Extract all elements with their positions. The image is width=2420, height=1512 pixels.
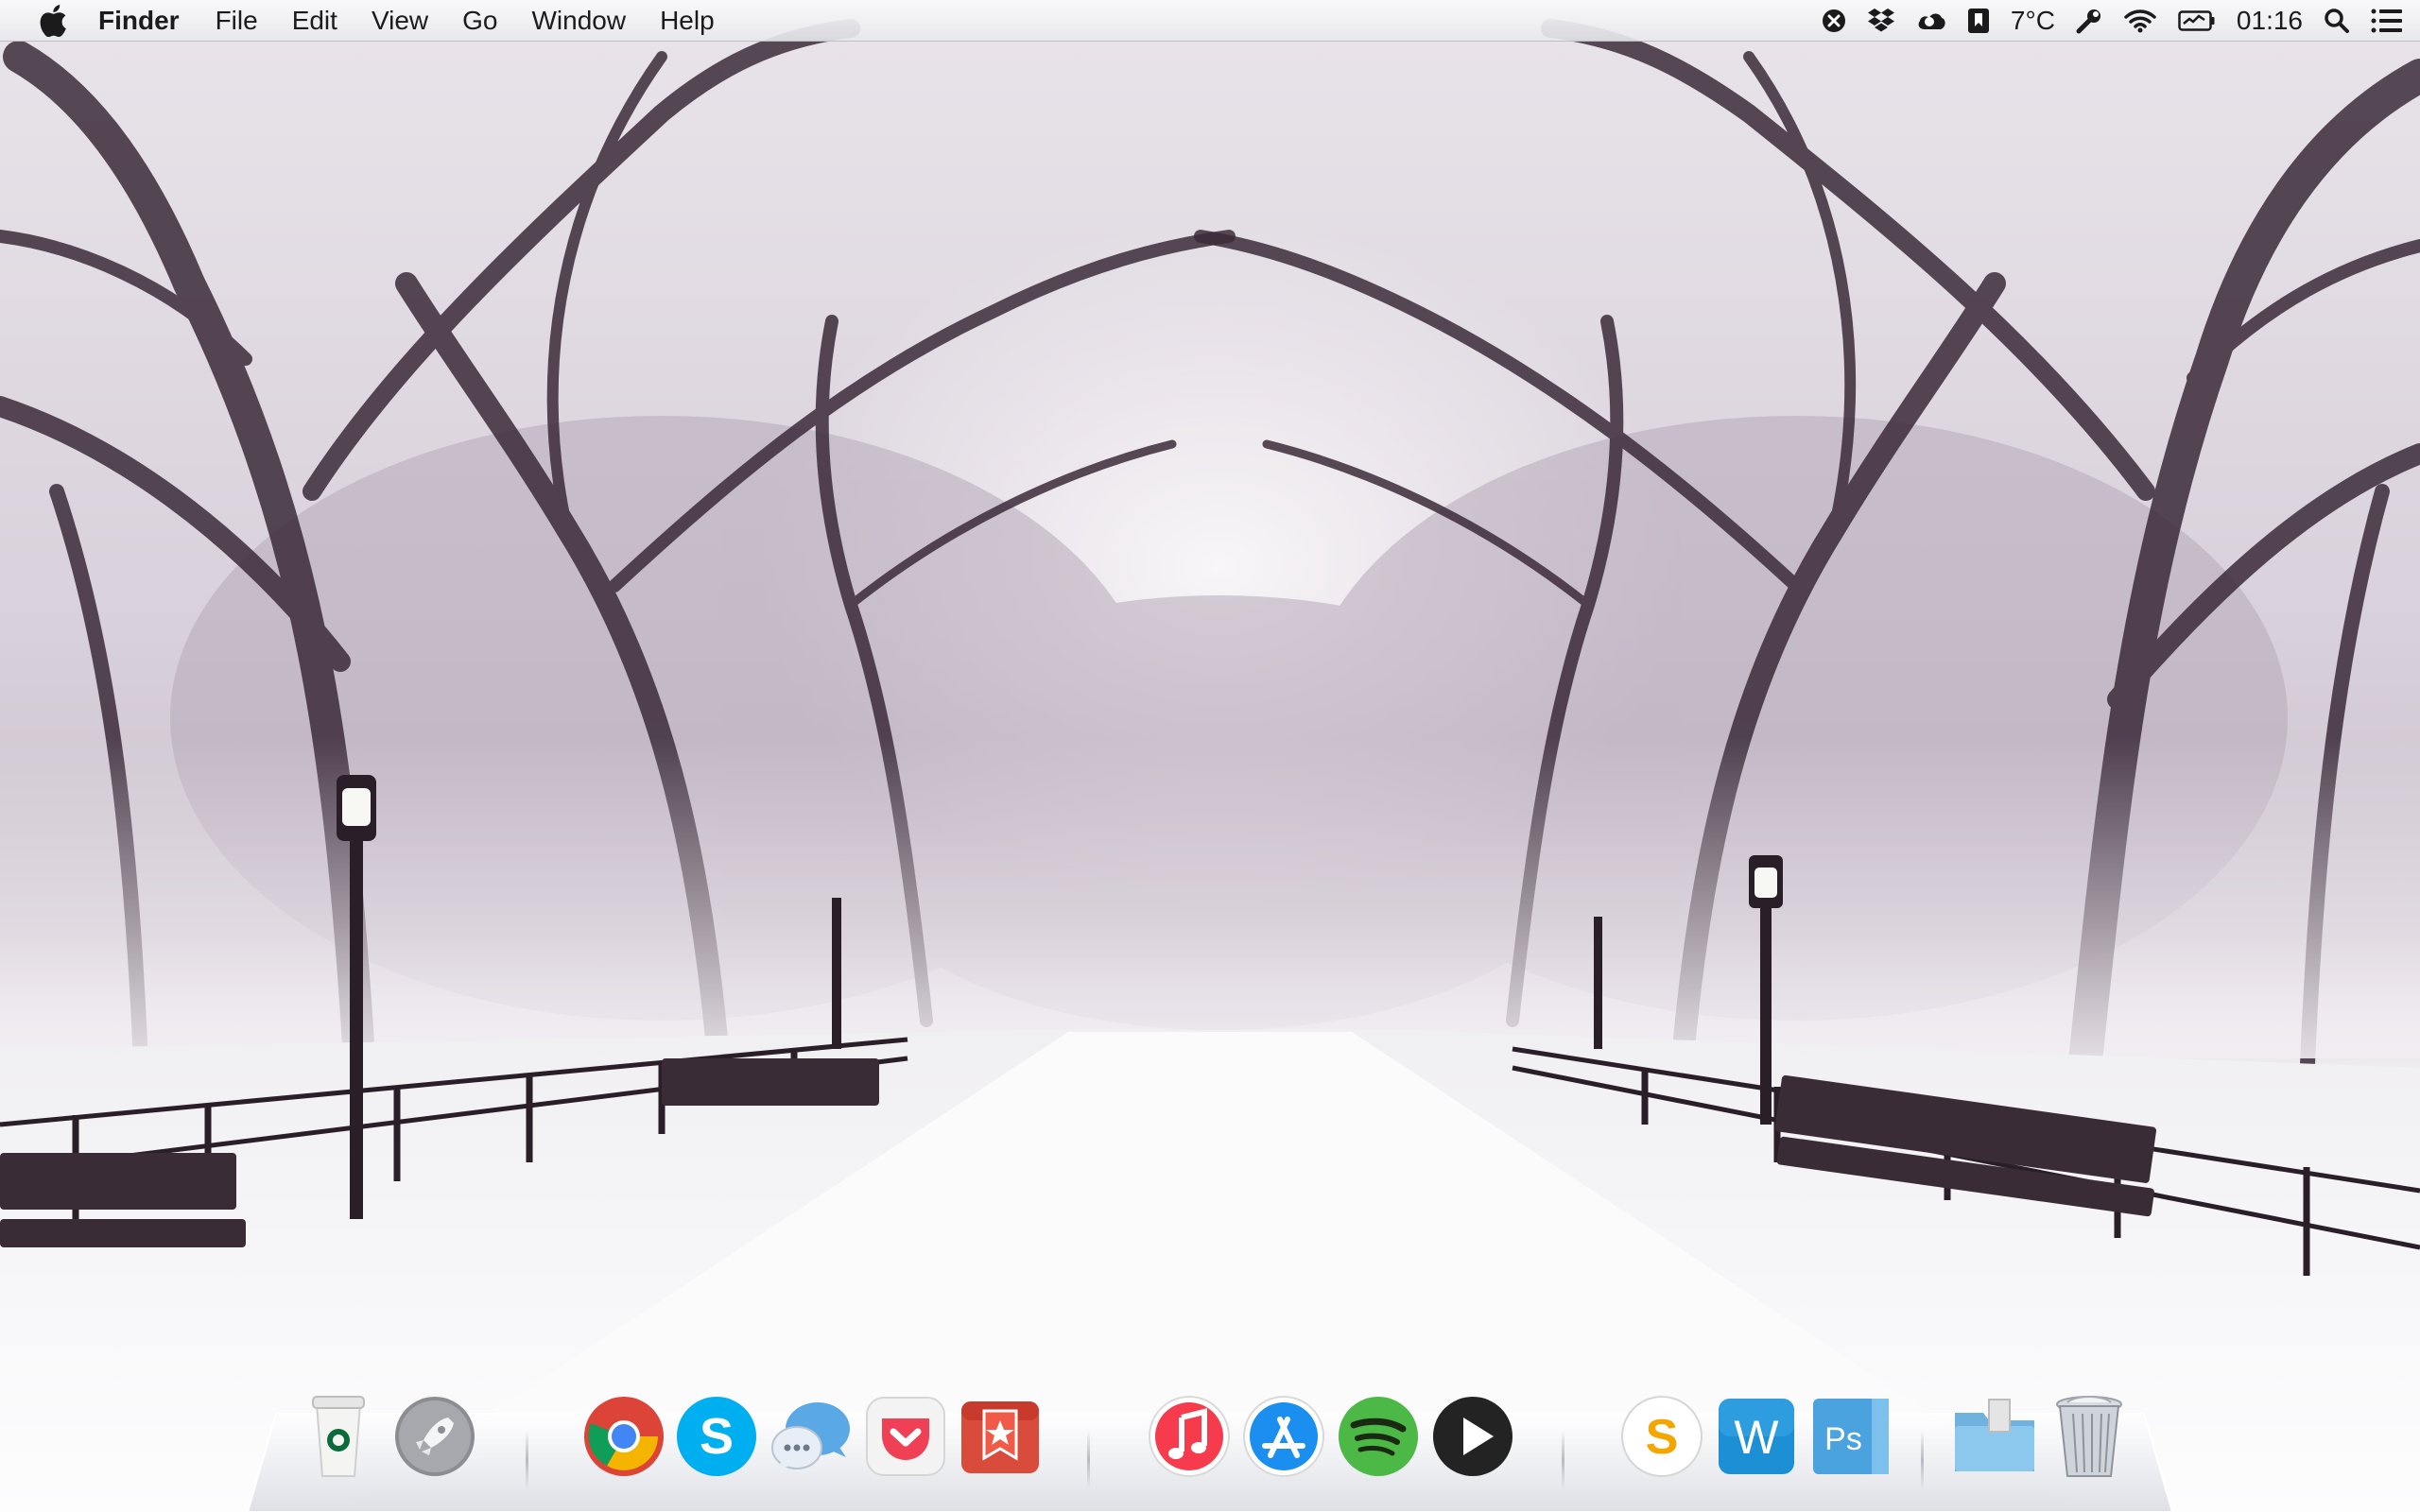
notification-center-icon[interactable]: [2371, 0, 2403, 42]
dock: S S W Ps: [0, 1393, 2420, 1497]
dock-divider: [1562, 1431, 1564, 1489]
dock-divider: [1087, 1431, 1090, 1489]
menu-help[interactable]: Help: [660, 0, 715, 42]
battery-icon[interactable]: [2178, 0, 2216, 42]
itunes-icon[interactable]: [1146, 1393, 1233, 1480]
chrome-icon[interactable]: [580, 1393, 667, 1480]
desktop-wallpaper: [0, 0, 2420, 1512]
play-media-icon[interactable]: [1429, 1393, 1516, 1480]
pocket-icon[interactable]: [862, 1393, 949, 1480]
cloud-icon[interactable]: [1916, 0, 1946, 42]
dock-divider: [526, 1431, 528, 1489]
dropbox-icon[interactable]: [1867, 0, 1895, 42]
messages-icon[interactable]: [768, 1393, 855, 1480]
bookmark-icon[interactable]: [1967, 0, 1990, 42]
menu-go[interactable]: Go: [462, 0, 497, 42]
svg-text:S: S: [700, 1408, 734, 1465]
photoshop-icon[interactable]: Ps: [1807, 1393, 1894, 1480]
snowy-park-scene: [0, 19, 2420, 1512]
menu-bar: Finder File Edit View Go Window Help 7°C: [0, 0, 2420, 42]
weather-temperature: 7°C: [2010, 6, 2055, 35]
svg-text:W: W: [1734, 1411, 1779, 1464]
downloads-folder-icon[interactable]: [1951, 1393, 2038, 1480]
launchpad-rocket-icon[interactable]: [391, 1393, 478, 1480]
weather-icon[interactable]: 7°C: [2011, 0, 2055, 42]
menu-window[interactable]: Window: [531, 0, 626, 42]
clock-icon[interactable]: 01:16: [2237, 0, 2303, 42]
menu-edit[interactable]: Edit: [292, 0, 337, 42]
spotlight-search-icon[interactable]: [2324, 0, 2350, 42]
trash-icon[interactable]: [2046, 1393, 2133, 1480]
close-x-icon[interactable]: [1822, 0, 1846, 42]
skype-icon[interactable]: S: [673, 1393, 760, 1480]
menu-view[interactable]: View: [372, 0, 428, 42]
menu-file[interactable]: File: [216, 0, 258, 42]
word-icon[interactable]: W: [1713, 1393, 1800, 1480]
svg-text:Ps: Ps: [1824, 1421, 1862, 1457]
spotify-icon[interactable]: [1335, 1393, 1422, 1480]
clock-time: 01:16: [2236, 6, 2303, 35]
app-store-icon[interactable]: [1240, 1393, 1327, 1480]
apple-logo-icon[interactable]: [34, 4, 72, 37]
sketch-s-icon[interactable]: S: [1618, 1393, 1705, 1480]
wunderlist-icon[interactable]: [957, 1393, 1044, 1480]
starbucks-cup-icon[interactable]: [295, 1393, 382, 1480]
svg-text:S: S: [1646, 1410, 1679, 1465]
dock-divider: [1921, 1431, 1924, 1489]
menu-app-name[interactable]: Finder: [98, 0, 180, 42]
wifi-icon[interactable]: [2123, 0, 2157, 42]
tools-icon[interactable]: [2076, 0, 2102, 42]
